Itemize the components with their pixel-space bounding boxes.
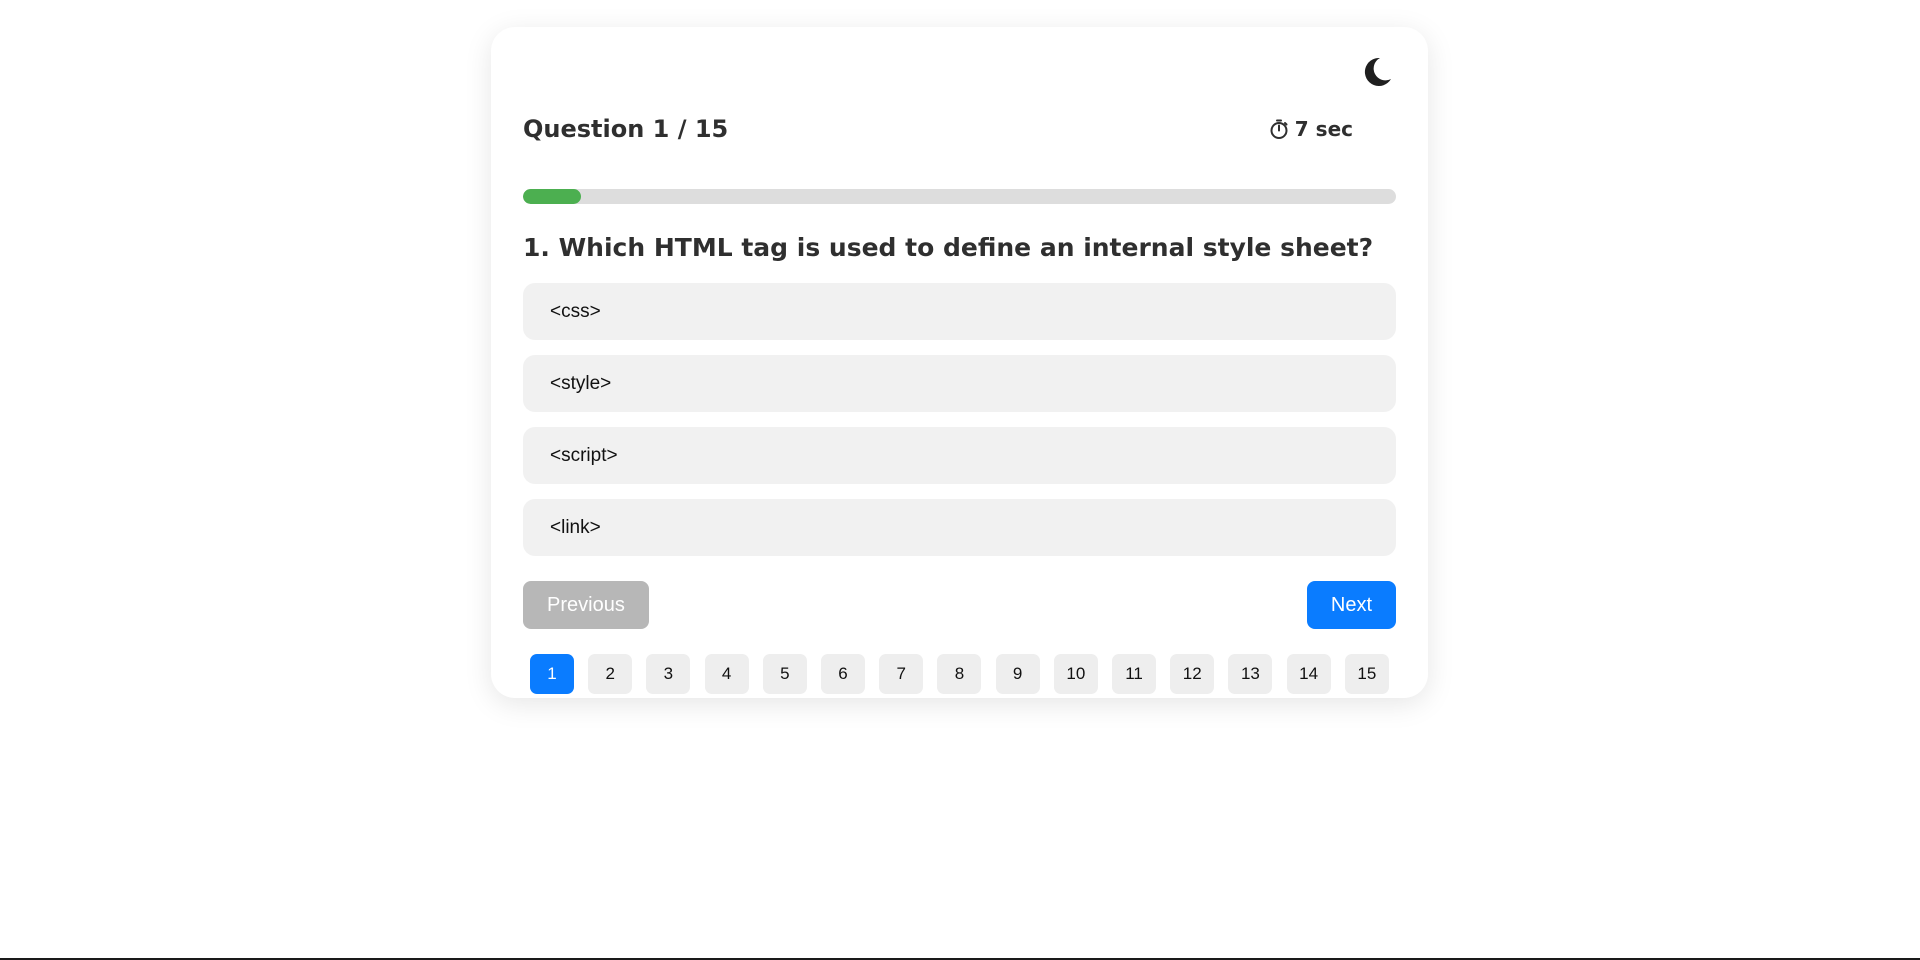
page-button-2[interactable]: 2 [588, 654, 633, 694]
timer: 7 sec [1269, 117, 1353, 141]
page-button-6[interactable]: 6 [821, 654, 866, 694]
page-button-15[interactable]: 15 [1344, 654, 1389, 694]
page-button-8[interactable]: 8 [937, 654, 982, 694]
page-button-14[interactable]: 14 [1286, 654, 1331, 694]
page-button-11[interactable]: 11 [1112, 654, 1157, 694]
page-button-10[interactable]: 10 [1053, 654, 1098, 694]
next-button[interactable]: Next [1306, 581, 1396, 629]
quiz-card: Question 1 / 15 7 sec 1. Which HTML tag … [491, 27, 1428, 698]
moon-icon[interactable] [1360, 55, 1394, 89]
timer-value: 7 sec [1294, 117, 1353, 141]
page-button-7[interactable]: 7 [879, 654, 924, 694]
stopwatch-icon [1270, 119, 1288, 139]
page-button-9[interactable]: 9 [995, 654, 1040, 694]
answer-options: <css> <style> <script> <link> [523, 283, 1396, 571]
answer-option[interactable]: <script> [523, 427, 1396, 484]
page-button-3[interactable]: 3 [646, 654, 691, 694]
quiz-navigation: Previous Next [523, 581, 1396, 629]
question-text: 1. Which HTML tag is used to define an i… [523, 233, 1374, 262]
quiz-header: Question 1 / 15 7 sec [523, 113, 1396, 145]
progress-bar [523, 189, 1396, 204]
previous-button[interactable]: Previous [523, 581, 649, 629]
question-counter: Question 1 / 15 [523, 115, 729, 143]
page-button-1[interactable]: 1 [530, 654, 574, 694]
page-button-5[interactable]: 5 [762, 654, 807, 694]
question-pager: 1 2 3 4 5 6 7 8 9 10 11 12 13 14 15 [530, 654, 1389, 694]
page-button-13[interactable]: 13 [1228, 654, 1273, 694]
answer-option[interactable]: <link> [523, 499, 1396, 556]
answer-option[interactable]: <style> [523, 355, 1396, 412]
page: Question 1 / 15 7 sec 1. Which HTML tag … [0, 0, 1920, 960]
progress-fill [523, 189, 582, 204]
page-button-12[interactable]: 12 [1170, 654, 1215, 694]
answer-option[interactable]: <css> [523, 283, 1396, 340]
page-button-4[interactable]: 4 [704, 654, 749, 694]
